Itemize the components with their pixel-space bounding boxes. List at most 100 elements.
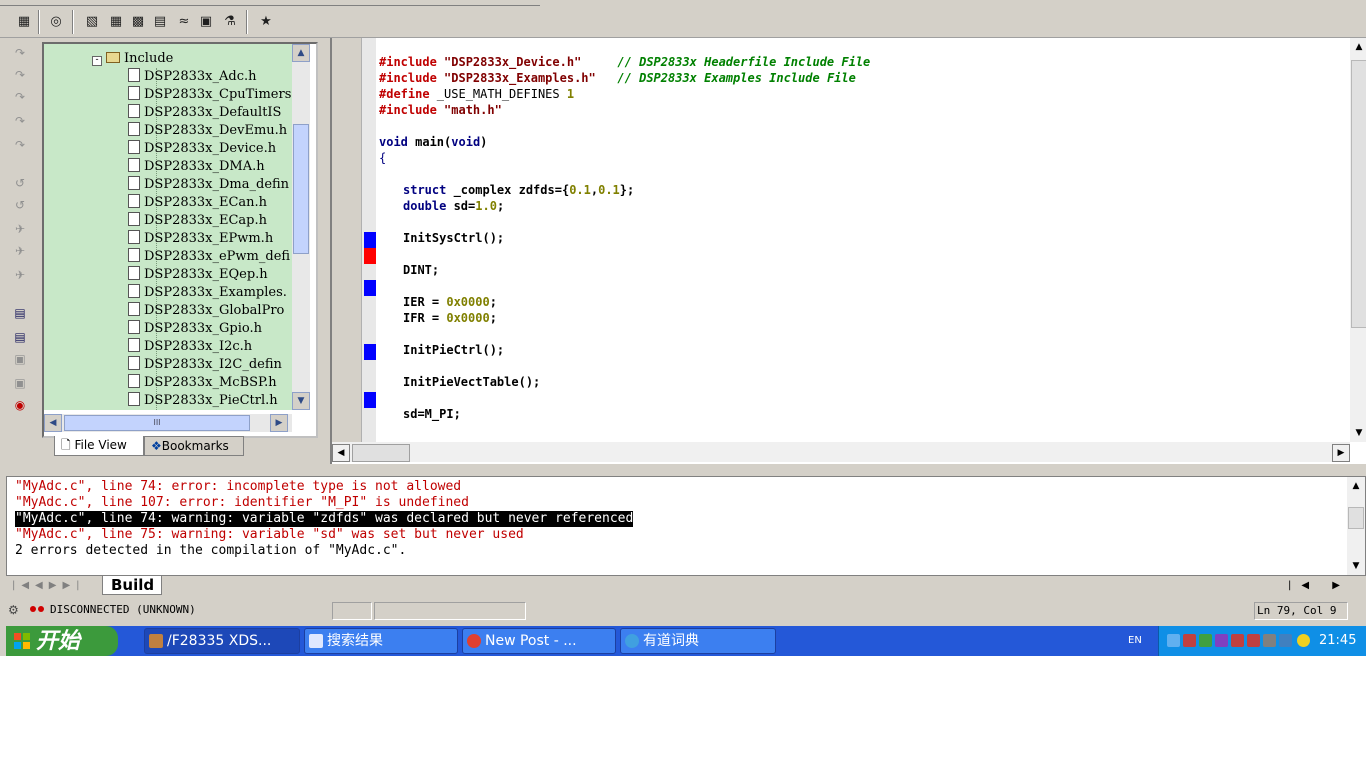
window-icon[interactable]: ▩ [128, 12, 148, 32]
current-line-marker[interactable] [364, 248, 376, 264]
scroll-right-icon[interactable]: ▶ [1332, 444, 1350, 462]
tree-file-item[interactable]: DSP2833x_GlobalPro [128, 302, 284, 320]
taskbar-item-dict[interactable]: 有道词典 [620, 628, 776, 654]
build-output[interactable]: "MyAdc.c", line 74: error: incomplete ty… [6, 476, 1366, 576]
graph-icon[interactable]: ≈ [174, 12, 194, 32]
scroll-up-icon[interactable]: ▲ [1347, 477, 1365, 495]
tree-file-item[interactable]: DSP2833x_ePwm_defi [128, 248, 290, 266]
animate-icon[interactable]: ✈ [11, 242, 29, 260]
tree-file-item[interactable]: DSP2833x_DMA.h [128, 158, 265, 176]
tray-sync-icon[interactable] [1199, 634, 1212, 647]
output-line-selected[interactable]: "MyAdc.c", line 74: warning: variable "z… [15, 511, 634, 527]
breakpoint-marker[interactable] [364, 232, 376, 248]
tree-horizontal-scrollbar[interactable]: ◀ III ▶ [44, 414, 292, 432]
scroll-up-icon[interactable]: ▲ [1350, 38, 1366, 56]
tray-app-icon[interactable] [1167, 634, 1180, 647]
scroll-down-icon[interactable]: ▼ [1350, 424, 1366, 442]
tree-file-item[interactable]: DSP2833x_Gpio.h [128, 320, 262, 338]
tree-file-item[interactable]: DSP2833x_Device.h [128, 140, 276, 158]
clipboard-icon[interactable]: ▧ [82, 12, 102, 32]
tree-file-item[interactable]: DSP2833x_PieCtrl.h [128, 392, 278, 410]
tray-network-icon[interactable] [1231, 634, 1244, 647]
probe-icon[interactable]: ⚗ [220, 12, 240, 32]
run-icon[interactable]: ✈ [11, 220, 29, 238]
output-vscroll-thumb[interactable] [1348, 507, 1364, 529]
tree-file-item[interactable]: DSP2833x_DefaultIS [128, 104, 281, 122]
taskbar-item-ccs[interactable]: /F28335 XDS... [144, 628, 300, 654]
project-icon[interactable]: ▦ [14, 12, 34, 32]
scroll-down-icon[interactable]: ▼ [1347, 557, 1365, 575]
clock[interactable]: 21:45 [1319, 626, 1356, 656]
disassembly-icon[interactable]: ▣ [11, 350, 29, 368]
breakpoint-marker[interactable] [364, 392, 376, 408]
tree-file-item[interactable]: DSP2833x_ECan.h [128, 194, 267, 212]
language-indicator[interactable]: EN [1128, 626, 1142, 656]
tree-file-item[interactable]: DSP2833x_I2c.h [128, 338, 252, 356]
registers-icon[interactable]: ▤ [11, 304, 29, 322]
tree-file-item[interactable]: DSP2833x_CpuTimers [128, 86, 291, 104]
scroll-left-icon[interactable]: ◀ [44, 414, 62, 432]
watch-icon[interactable]: ▣ [11, 374, 29, 392]
scroll-right-icon[interactable]: ▶ [270, 414, 288, 432]
editor-vertical-scrollbar[interactable]: ▲ ▼ [1350, 38, 1366, 442]
tree-file-item[interactable]: DSP2833x_EQep.h [128, 266, 268, 284]
scroll-up-icon[interactable]: ▲ [292, 44, 310, 62]
breakpoint-marker[interactable] [364, 280, 376, 296]
output-line-error[interactable]: "MyAdc.c", line 74: error: incomplete ty… [15, 479, 461, 495]
help-icon[interactable]: ★ [256, 12, 276, 32]
output-line-error[interactable]: "MyAdc.c", line 107: error: identifier "… [15, 495, 469, 511]
step-over-icon[interactable]: ↷ [11, 66, 29, 84]
output-line-summary[interactable]: 2 errors detected in the compilation of … [15, 543, 406, 559]
code-line: struct _complex zdfds={0.1,0.1}; [403, 182, 634, 198]
tray-network-icon[interactable] [1247, 634, 1260, 647]
step-into-icon[interactable]: ↷ [11, 44, 29, 62]
tab-file-view[interactable]: 🗋 File View [54, 436, 144, 456]
register-icon[interactable]: ▤ [150, 12, 170, 32]
output-vertical-scrollbar[interactable]: ▲ ▼ [1347, 477, 1365, 575]
tree-file-item[interactable]: DSP2833x_Examples. [128, 284, 287, 302]
tab-nav-arrows-icon[interactable]: |◀◀▶▶| [12, 578, 98, 594]
tree-file-item[interactable]: DSP2833x_Dma_defin [128, 176, 289, 194]
output-line-warning[interactable]: "MyAdc.c", line 75: warning: variable "s… [15, 527, 524, 543]
editor-vscroll-thumb[interactable] [1351, 60, 1366, 328]
step-out-icon[interactable]: ↷ [11, 88, 29, 106]
tree-file-item[interactable]: DSP2833x_Adc.h [128, 68, 257, 86]
tree-hscroll-thumb[interactable]: III [64, 415, 250, 431]
taskbar-item-search[interactable]: 搜索结果 [304, 628, 458, 654]
tree-folder-include[interactable]: - Include [92, 50, 173, 68]
step-asm-icon[interactable]: ↷ [11, 136, 29, 154]
calculator-icon[interactable]: ▦ [106, 12, 126, 32]
run-to-cursor-icon[interactable]: ↷ [11, 112, 29, 130]
find-icon[interactable]: ◎ [46, 12, 66, 32]
collapse-icon[interactable]: - [92, 56, 102, 66]
image-icon[interactable]: ▣ [196, 12, 216, 32]
source-editor[interactable]: #include "DSP2833x_Device.h" // DSP2833x… [330, 38, 1366, 464]
tray-volume-icon[interactable] [1263, 634, 1276, 647]
tree-file-item[interactable]: DSP2833x_DevEmu.h [128, 122, 287, 140]
scroll-left-icon[interactable]: ◀ [332, 444, 350, 462]
tab-bookmarks[interactable]: ❖Bookmarks [144, 436, 244, 456]
tray-security-icon[interactable] [1297, 634, 1310, 647]
tree-file-item[interactable]: DSP2833x_EPwm.h [128, 230, 273, 248]
breakpoint-icon[interactable]: ◉ [11, 396, 29, 414]
tree-file-item[interactable]: DSP2833x_McBSP.h [128, 374, 277, 392]
output-hscroll-arrows-icon[interactable]: |◀ ▶ [1288, 576, 1366, 596]
tray-network-icon[interactable] [1183, 634, 1196, 647]
scroll-down-icon[interactable]: ▼ [292, 392, 310, 410]
tray-app-icon[interactable] [1279, 634, 1292, 647]
disconnected-icon[interactable]: ⚙ [8, 602, 22, 618]
set-pc-icon[interactable]: ↺ [11, 174, 29, 192]
tree-vertical-scrollbar[interactable]: ▲ ▼ [292, 44, 310, 410]
tray-cube-icon[interactable] [1215, 634, 1228, 647]
editor-horizontal-scrollbar[interactable]: ◀ ▶ [332, 442, 1350, 462]
tree-file-item[interactable]: DSP2833x_ECap.h [128, 212, 267, 230]
tree-file-item[interactable]: DSP2833x_I2C_defin [128, 356, 282, 374]
taskbar-item-browser[interactable]: New Post - ... [462, 628, 616, 654]
tab-build[interactable]: Build [102, 576, 162, 595]
memory-icon[interactable]: ▤ [11, 328, 29, 346]
halt-icon[interactable]: ↺ [11, 196, 29, 214]
tree-vscroll-thumb[interactable] [293, 124, 309, 254]
run-free-icon[interactable]: ✈ [11, 266, 29, 284]
editor-hscroll-thumb[interactable] [352, 444, 410, 462]
breakpoint-marker[interactable] [364, 344, 376, 360]
